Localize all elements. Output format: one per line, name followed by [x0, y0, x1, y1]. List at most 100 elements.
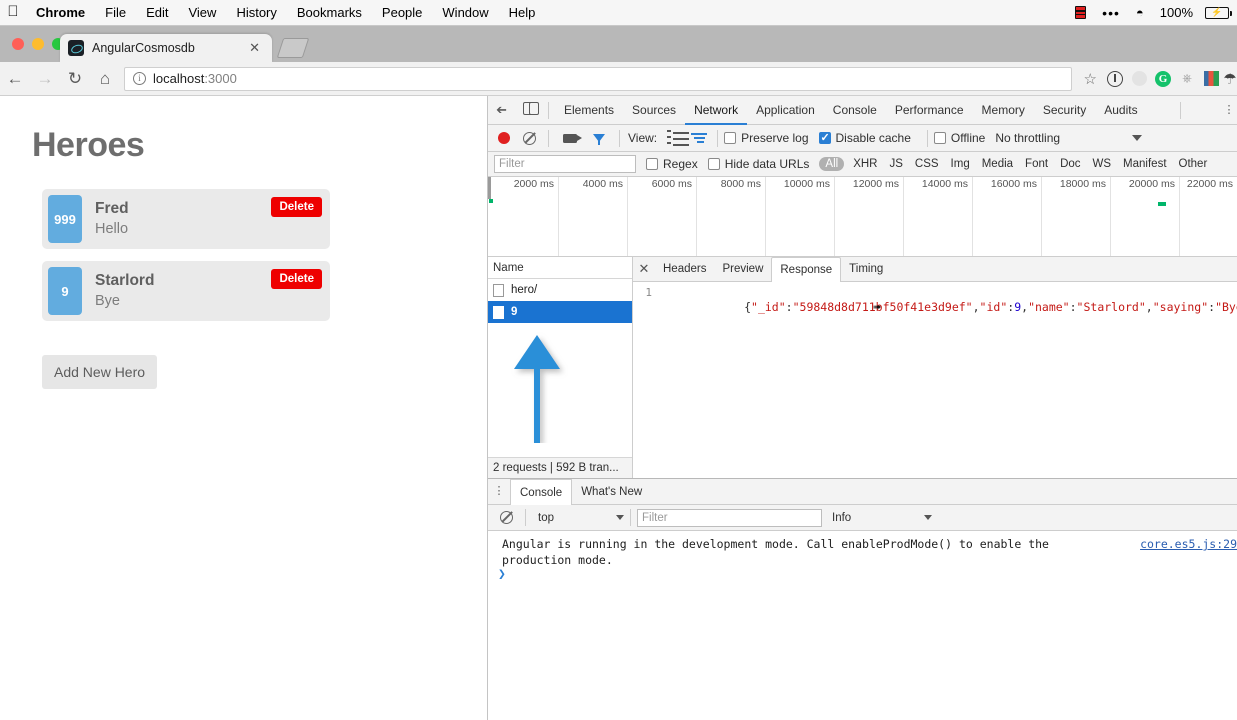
tab-network[interactable]: Network: [685, 96, 748, 125]
drawer-tab-whats-new[interactable]: What's New: [572, 479, 651, 505]
onepassword-icon[interactable]: [1103, 70, 1127, 87]
filter-type-manifest[interactable]: Manifest: [1117, 158, 1172, 170]
chevron-down-icon[interactable]: [1132, 135, 1143, 141]
clear-icon[interactable]: [523, 131, 536, 145]
grammarly-icon[interactable]: G: [1151, 70, 1175, 87]
clear-console-icon[interactable]: [500, 511, 513, 524]
back-arrow-icon[interactable]: ←: [0, 69, 30, 89]
console-level-selector[interactable]: Info: [832, 512, 932, 524]
tab-close-icon[interactable]: ✕: [245, 40, 264, 56]
window-minimize-button[interactable]: [32, 38, 44, 50]
battery-charging-icon[interactable]: ⚡: [1205, 6, 1232, 19]
ellipsis-icon[interactable]: •••: [1094, 0, 1128, 26]
info-circle-icon[interactable]: i: [133, 72, 146, 85]
console-filter-input[interactable]: Filter: [637, 508, 822, 527]
tab-application[interactable]: Application: [747, 96, 824, 125]
close-icon[interactable]: ✕: [633, 261, 655, 277]
apple-logo-icon[interactable]: : [0, 4, 26, 21]
preserve-log-checkbox[interactable]: Preserve log: [724, 131, 809, 145]
console-prompt-arrow[interactable]: ❯: [498, 567, 506, 582]
filter-type-other[interactable]: Other: [1173, 158, 1214, 170]
camera-icon[interactable]: [563, 133, 582, 143]
request-row-hero[interactable]: hero/: [488, 279, 632, 301]
menu-item-chrome[interactable]: Chrome: [26, 0, 95, 26]
filter-type-media[interactable]: Media: [976, 158, 1019, 170]
filter-funnel-icon[interactable]: [593, 134, 605, 145]
drawer-tab-console[interactable]: Console: [510, 478, 573, 505]
tab-sources[interactable]: Sources: [623, 96, 685, 125]
filter-type-xhr[interactable]: XHR: [847, 158, 883, 170]
vertical-dots-icon[interactable]: ⋮: [488, 486, 510, 497]
tab-security[interactable]: Security: [1034, 96, 1095, 125]
request-row-9[interactable]: 9: [488, 301, 632, 323]
menu-item-history[interactable]: History: [226, 0, 286, 26]
console-source-link[interactable]: core.es5.js:29: [1140, 537, 1237, 551]
tab-console[interactable]: Console: [824, 96, 886, 125]
filter-type-js[interactable]: JS: [883, 158, 908, 170]
waterfall-view-icon[interactable]: [691, 133, 708, 143]
hero-card[interactable]: 999 Fred Hello Delete: [42, 189, 330, 249]
menu-item-help[interactable]: Help: [499, 0, 546, 26]
tab-audits[interactable]: Audits: [1095, 96, 1146, 125]
filter-type-css[interactable]: CSS: [909, 158, 945, 170]
checkbox-box[interactable]: [933, 132, 946, 144]
response-body[interactable]: 1 {"_id":"59848d8d711bf50f41e3d9ef","id"…: [633, 282, 1237, 478]
filter-type-doc[interactable]: Doc: [1054, 158, 1086, 170]
home-icon[interactable]: ⌂: [90, 69, 120, 89]
checkbox-box[interactable]: [724, 132, 737, 144]
checkbox-box-checked[interactable]: [818, 131, 831, 144]
network-filter-input[interactable]: Filter: [494, 155, 636, 173]
list-view-icon[interactable]: [667, 130, 690, 146]
device-toolbar-icon[interactable]: [515, 101, 542, 118]
tab-elements[interactable]: Elements: [555, 96, 623, 125]
chevron-down-icon[interactable]: [924, 515, 932, 520]
tab-timing[interactable]: Timing: [841, 257, 891, 282]
delete-hero-button[interactable]: Delete: [271, 269, 322, 289]
window-close-button[interactable]: [12, 38, 24, 50]
filter-type-ws[interactable]: WS: [1087, 158, 1118, 170]
omnibox[interactable]: i localhost:3000: [124, 66, 1072, 91]
disable-cache-checkbox[interactable]: Disable cache: [818, 131, 911, 145]
menu-item-file[interactable]: File: [95, 0, 136, 26]
colorful-extension-icon[interactable]: [1199, 71, 1223, 86]
checkbox-box[interactable]: [707, 158, 720, 170]
wifi-icon[interactable]: ◓: [1128, 0, 1152, 26]
tab-headers[interactable]: Headers: [655, 257, 714, 282]
menu-item-bookmarks[interactable]: Bookmarks: [287, 0, 372, 26]
tab-preview[interactable]: Preview: [714, 257, 771, 282]
hide-data-urls-checkbox[interactable]: Hide data URLs: [707, 157, 809, 171]
console-context-selector[interactable]: top: [532, 512, 624, 524]
menu-item-edit[interactable]: Edit: [136, 0, 178, 26]
screen-recording-icon[interactable]: [1075, 6, 1087, 19]
record-button-icon[interactable]: [498, 132, 510, 144]
throttling-value[interactable]: No throttling: [995, 131, 1060, 145]
add-new-hero-button[interactable]: Add New Hero: [42, 355, 158, 389]
regex-checkbox[interactable]: Regex: [646, 157, 698, 171]
star-icon[interactable]: ☆: [1078, 70, 1103, 88]
tab-performance[interactable]: Performance: [886, 96, 973, 125]
checkbox-box[interactable]: [646, 158, 658, 170]
browser-tab[interactable]: AngularCosmosdb ✕: [60, 34, 272, 62]
chevron-down-icon[interactable]: [616, 515, 624, 520]
forward-arrow-icon[interactable]: →: [30, 69, 60, 89]
menu-item-window[interactable]: Window: [432, 0, 498, 26]
delete-hero-button[interactable]: Delete: [271, 197, 322, 217]
profile-icon[interactable]: ☂: [1223, 70, 1237, 88]
reload-icon[interactable]: ↻: [60, 69, 90, 89]
menu-item-view[interactable]: View: [178, 0, 226, 26]
tab-memory[interactable]: Memory: [973, 96, 1034, 125]
more-options-icon[interactable]: ⋮: [1221, 104, 1237, 116]
tab-response[interactable]: Response: [771, 256, 842, 282]
tree-icon[interactable]: ⎈: [1175, 71, 1199, 86]
offline-checkbox[interactable]: Offline: [933, 131, 985, 145]
inspect-element-icon[interactable]: ➔: [488, 102, 515, 118]
request-column-header[interactable]: Name: [488, 257, 632, 279]
hero-card[interactable]: 9 Starlord Bye Delete: [42, 261, 330, 321]
filter-type-all[interactable]: All: [819, 157, 845, 171]
faded-circle-icon[interactable]: [1127, 71, 1151, 86]
new-tab-button[interactable]: [276, 38, 310, 58]
network-timeline-overview[interactable]: 2000 ms 4000 ms 6000 ms 8000 ms 10000 ms…: [488, 177, 1237, 257]
menu-item-people[interactable]: People: [372, 0, 432, 26]
filter-type-font[interactable]: Font: [1019, 158, 1054, 170]
filter-type-img[interactable]: Img: [945, 158, 976, 170]
